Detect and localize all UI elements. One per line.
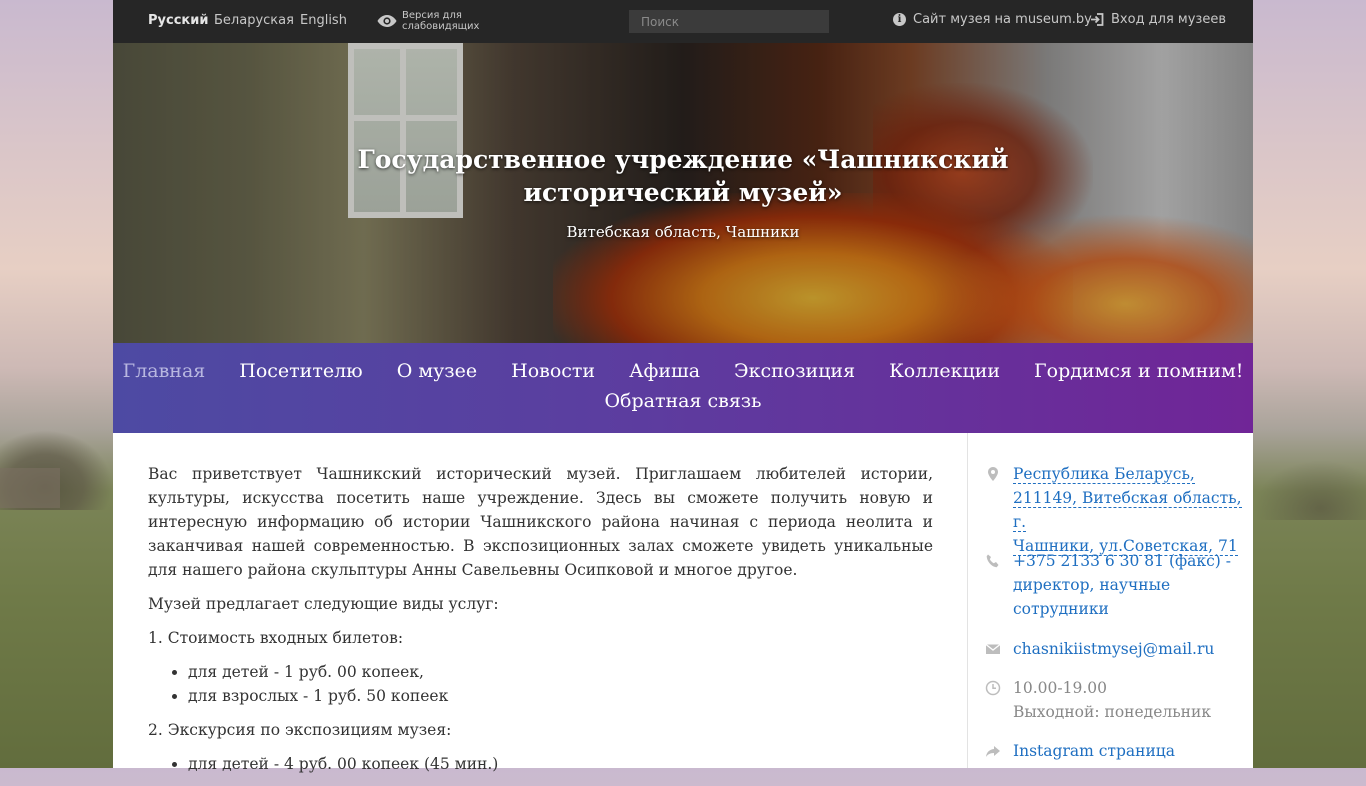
vision-label-line1: Версия для bbox=[402, 10, 462, 21]
phone-icon bbox=[986, 554, 999, 568]
phone-line3[interactable]: сотрудники bbox=[1013, 597, 1245, 621]
envelope-icon bbox=[985, 643, 1001, 654]
eye-icon[interactable] bbox=[377, 14, 397, 28]
ticket-prices-list: для детей - 1 руб. 00 копеек, для взросл… bbox=[148, 660, 933, 708]
nav-item-about[interactable]: О музее bbox=[397, 360, 477, 382]
lang-belarusian[interactable]: Беларуская bbox=[214, 13, 294, 28]
lang-english[interactable]: English bbox=[300, 13, 347, 28]
intro-paragraph: Вас приветствует Чашникский исторический… bbox=[148, 465, 933, 579]
page-subtitle: Витебская область, Чашники bbox=[566, 223, 800, 241]
nav-item-visitor[interactable]: Посетителю bbox=[239, 360, 362, 382]
nav-item-proud-remember[interactable]: Гордимся и помним! bbox=[1034, 360, 1243, 382]
vision-label-line2: слабовидящих bbox=[402, 21, 480, 32]
background-trees-right bbox=[1253, 460, 1366, 520]
excursion-list: для детей - 4 руб. 00 копеек (45 мин.) bbox=[148, 752, 933, 776]
list-item: для детей - 4 руб. 00 копеек (45 мин.) bbox=[188, 752, 933, 776]
ticket-prices-heading: 1. Стоимость входных билетов: bbox=[148, 629, 404, 647]
map-marker-icon bbox=[988, 467, 998, 481]
share-arrow-icon bbox=[986, 746, 1000, 757]
address-link[interactable]: Республика Беларусь, 211149, Витебская о… bbox=[1013, 462, 1245, 558]
page-title-line1: Государственное учреждение «Чашникский bbox=[357, 145, 1009, 174]
instagram-link[interactable]: Instagram страница bbox=[1013, 739, 1245, 763]
sidebar-divider bbox=[967, 433, 968, 768]
address-line1: Республика Беларусь, bbox=[1013, 465, 1195, 484]
email-link[interactable]: chasnikiistmysej@mail.ru bbox=[1013, 637, 1245, 661]
address-line2: 211149, Витебская область, г. bbox=[1013, 489, 1242, 532]
main-nav: Главная Посетителю О музее Новости Афиша… bbox=[113, 343, 1253, 433]
nav-item-feedback[interactable]: Обратная связь bbox=[604, 390, 761, 412]
page-title-line2: исторический музей» bbox=[523, 178, 843, 207]
low-vision-version-link[interactable]: Версия для слабовидящих bbox=[402, 10, 479, 32]
hero-banner: Государственное учреждение «Чашникский и… bbox=[113, 43, 1253, 343]
top-bar: Русский Беларуская English Версия для сл… bbox=[113, 0, 1253, 43]
opening-hours: 10.00-19.00 bbox=[1013, 679, 1107, 697]
list-item: для взрослых - 1 руб. 50 копеек bbox=[188, 684, 933, 708]
search-input[interactable] bbox=[629, 10, 829, 33]
page-title: Государственное учреждение «Чашникский и… bbox=[113, 143, 1253, 209]
services-heading: Музей предлагает следующие виды услуг: bbox=[148, 595, 499, 613]
list-item: для детей - 1 руб. 00 копеек, bbox=[188, 660, 933, 684]
clock-icon bbox=[985, 680, 1001, 696]
nav-item-home[interactable]: Главная bbox=[123, 360, 206, 382]
page-container: Русский Беларуская English Версия для сл… bbox=[113, 0, 1253, 773]
nav-item-exposition[interactable]: Экспозиция bbox=[734, 360, 855, 382]
login-icon bbox=[1091, 13, 1104, 26]
nav-item-collections[interactable]: Коллекции bbox=[889, 360, 1000, 382]
phone-line1[interactable]: +375 2133 6 30 81 (факс) - bbox=[1013, 549, 1245, 573]
day-off: Выходной: понедельник bbox=[1013, 703, 1212, 721]
phone-line2[interactable]: директор, научные bbox=[1013, 573, 1245, 597]
login-label: Вход для музеев bbox=[1111, 12, 1227, 27]
museum-login-link[interactable]: Вход для музеев bbox=[1090, 12, 1226, 27]
lang-russian[interactable]: Русский bbox=[148, 13, 208, 28]
info-icon: i bbox=[893, 13, 906, 26]
background-house bbox=[0, 468, 60, 508]
main-content: Вас приветствует Чашникский исторический… bbox=[148, 462, 933, 786]
excursion-heading: 2. Экскурсия по экспозициям музея: bbox=[148, 721, 452, 739]
nav-item-events[interactable]: Афиша bbox=[629, 360, 700, 382]
nav-item-news[interactable]: Новости bbox=[511, 360, 595, 382]
museum-site-link[interactable]: i Сайт музея на museum.by bbox=[893, 12, 1092, 27]
museum-site-label: Сайт музея на museum.by bbox=[913, 12, 1092, 27]
